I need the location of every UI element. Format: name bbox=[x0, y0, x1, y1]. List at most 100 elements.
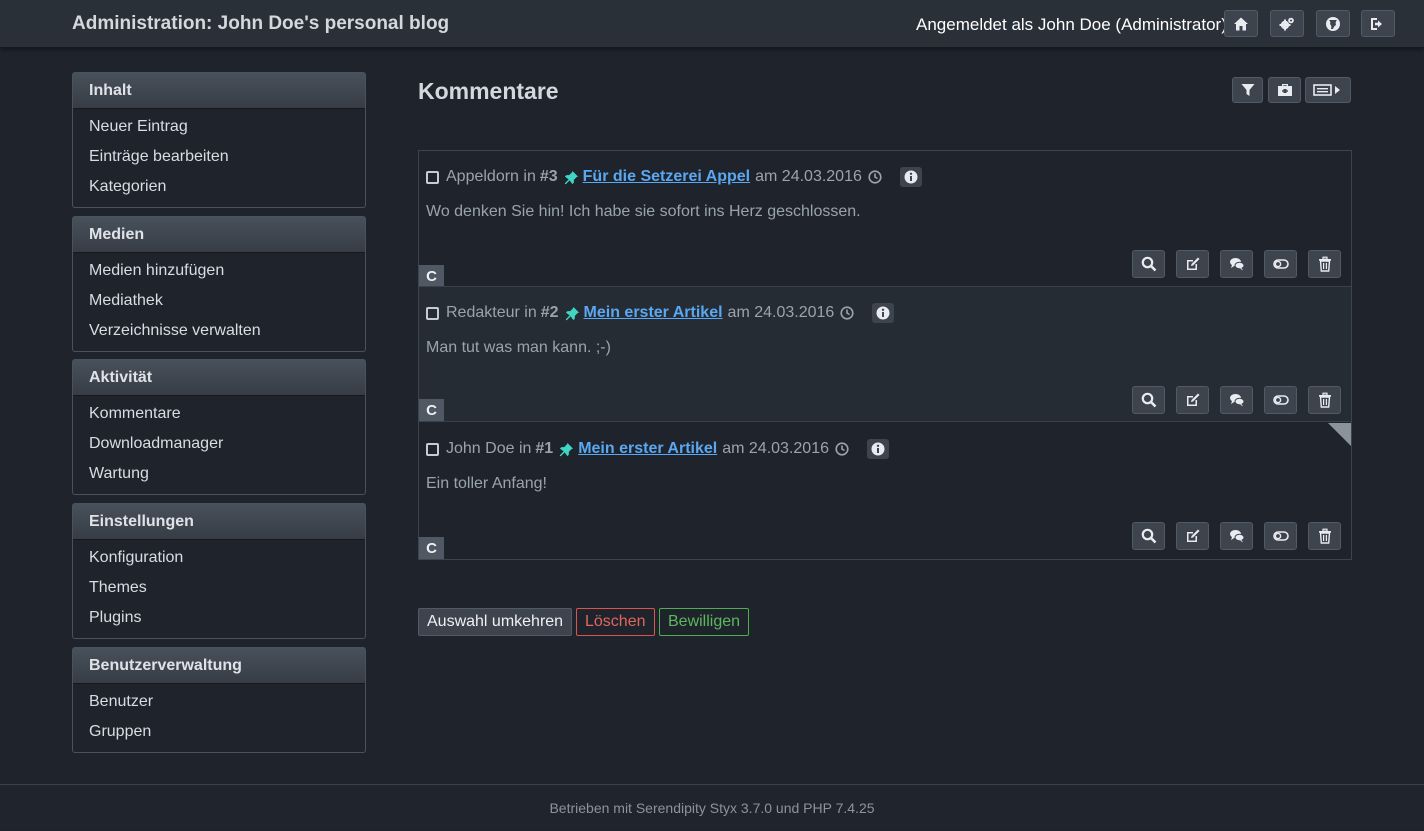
globe-icon bbox=[1326, 16, 1340, 31]
trash-icon bbox=[1318, 256, 1331, 272]
edit-button[interactable] bbox=[1176, 522, 1209, 550]
delete-button[interactable] bbox=[1308, 250, 1341, 278]
sidebar-item-konfiguration[interactable]: Konfiguration bbox=[73, 543, 365, 573]
comment-actions bbox=[1132, 250, 1341, 278]
pin-icon bbox=[564, 170, 578, 184]
filter-button[interactable] bbox=[1232, 77, 1263, 103]
view-button[interactable] bbox=[1132, 386, 1165, 414]
toggle-approval-button[interactable] bbox=[1264, 250, 1297, 278]
sidebar-item-benutzer[interactable]: Benutzer bbox=[73, 687, 365, 717]
comment-meta: Appeldorn in #3 Für die Setzerei Appel a… bbox=[426, 167, 922, 187]
comment-date: 24.03.2016 bbox=[748, 440, 829, 457]
sidebar-item-medien-hinzufuegen[interactable]: Medien hinzufügen bbox=[73, 256, 365, 286]
trash-icon bbox=[1318, 528, 1331, 544]
edit-icon bbox=[1186, 529, 1199, 542]
bulk-approve-button[interactable]: Bewilligen bbox=[659, 608, 750, 636]
comment-checkbox[interactable] bbox=[426, 442, 439, 456]
info-button[interactable] bbox=[899, 167, 922, 187]
delete-button[interactable] bbox=[1308, 386, 1341, 414]
logout-icon bbox=[1371, 17, 1382, 30]
sidebar-item-eintraege-bearbeiten[interactable]: Einträge bearbeiten bbox=[73, 142, 365, 172]
delete-button[interactable] bbox=[1308, 522, 1341, 550]
comment-actions bbox=[1132, 522, 1341, 550]
toolbox-button[interactable] bbox=[1268, 77, 1301, 103]
page-title: Kommentare bbox=[418, 78, 559, 104]
toggle-approval-button[interactable] bbox=[1264, 386, 1297, 414]
user-info: Angemeldet als John Doe (Administrator) bbox=[916, 15, 1227, 34]
sidebar-panel-medien: Medien Medien hinzufügen Mediathek Verze… bbox=[72, 216, 366, 352]
search-icon bbox=[1141, 256, 1156, 272]
comment-author: Redakteur bbox=[446, 304, 520, 321]
sidebar-item-themes[interactable]: Themes bbox=[73, 573, 365, 603]
panel-heading: Einstellungen bbox=[73, 504, 365, 540]
toggle-icon bbox=[1272, 531, 1289, 541]
panel-heading: Aktivität bbox=[73, 360, 365, 396]
comment-author: Appeldorn bbox=[446, 168, 519, 185]
comment-type-badge: C bbox=[419, 537, 444, 559]
sidebar-item-neuer-eintrag[interactable]: Neuer Eintrag bbox=[73, 112, 365, 142]
comment-body: Wo denken Sie hin! Ich habe sie sofort i… bbox=[426, 203, 861, 220]
edit-button[interactable] bbox=[1176, 386, 1209, 414]
sidebar-item-gruppen[interactable]: Gruppen bbox=[73, 717, 365, 747]
reply-button[interactable] bbox=[1220, 522, 1253, 550]
sidebar-item-verzeichnisse[interactable]: Verzeichnisse verwalten bbox=[73, 316, 365, 346]
view-site-button[interactable] bbox=[1316, 10, 1350, 37]
entry-link[interactable]: Mein erster Artikel bbox=[584, 304, 723, 322]
comment-body: Ein toller Anfang! bbox=[426, 475, 547, 492]
pin-icon bbox=[565, 306, 579, 320]
sidebar-panel-inhalt: Inhalt Neuer Eintrag Einträge bearbeiten… bbox=[72, 72, 366, 208]
reply-button[interactable] bbox=[1220, 250, 1253, 278]
entry-link[interactable]: Mein erster Artikel bbox=[578, 440, 717, 458]
clock-icon bbox=[868, 170, 882, 184]
sidebar-item-wartung[interactable]: Wartung bbox=[73, 459, 365, 489]
cogs-icon bbox=[1279, 17, 1294, 30]
home-button[interactable] bbox=[1224, 10, 1258, 37]
comment-in: in bbox=[518, 440, 532, 457]
entry-number: #3 bbox=[539, 168, 558, 185]
comment-am: am bbox=[727, 304, 750, 321]
info-button[interactable] bbox=[872, 303, 895, 323]
view-toggle-button[interactable] bbox=[1305, 77, 1351, 103]
edit-button[interactable] bbox=[1176, 250, 1209, 278]
sidebar-panel-einstellungen: Einstellungen Konfiguration Themes Plugi… bbox=[72, 503, 366, 639]
toggle-icon bbox=[1272, 259, 1289, 269]
info-button[interactable] bbox=[866, 439, 889, 459]
sidebar-item-downloadmanager[interactable]: Downloadmanager bbox=[73, 429, 365, 459]
info-icon bbox=[876, 306, 890, 320]
bulk-delete-button[interactable]: Löschen bbox=[576, 608, 655, 636]
toolbox-icon bbox=[1277, 84, 1292, 96]
clock-icon bbox=[835, 442, 849, 456]
toggle-icon bbox=[1272, 395, 1289, 405]
footer: Betrieben mit Serendipity Styx 3.7.0 und… bbox=[0, 784, 1424, 830]
comment-checkbox[interactable] bbox=[426, 306, 439, 320]
sidebar-item-kategorien[interactable]: Kategorien bbox=[73, 172, 365, 202]
edit-icon bbox=[1186, 393, 1199, 406]
comment-in: in bbox=[523, 168, 536, 185]
toggle-approval-button[interactable] bbox=[1264, 522, 1297, 550]
comment-body: Man tut was man kann. ;-) bbox=[426, 339, 611, 356]
clock-icon bbox=[840, 306, 854, 320]
comment-type-badge: C bbox=[419, 399, 444, 421]
entry-number: #2 bbox=[540, 304, 559, 321]
comment-am: am bbox=[755, 168, 778, 185]
sidebar-item-mediathek[interactable]: Mediathek bbox=[73, 286, 365, 316]
settings-button[interactable] bbox=[1270, 10, 1304, 37]
entry-link[interactable]: Für die Setzerei Appel bbox=[583, 168, 750, 186]
info-icon bbox=[904, 170, 918, 184]
logout-button[interactable] bbox=[1361, 10, 1395, 37]
sidebar-item-plugins[interactable]: Plugins bbox=[73, 603, 365, 633]
info-icon bbox=[871, 442, 885, 456]
search-icon bbox=[1141, 392, 1156, 408]
invert-selection-button[interactable]: Auswahl umkehren bbox=[418, 608, 573, 636]
corner-marker bbox=[1328, 423, 1351, 446]
footer-text: Betrieben mit Serendipity Styx 3.7.0 und… bbox=[549, 800, 875, 816]
sidebar-item-kommentare[interactable]: Kommentare bbox=[73, 399, 365, 429]
comment-checkbox[interactable] bbox=[426, 170, 439, 184]
reply-button[interactable] bbox=[1220, 386, 1253, 414]
view-button[interactable] bbox=[1132, 250, 1165, 278]
comment-item: John Doe in #1 Mein erster Artikel am 24… bbox=[419, 423, 1351, 559]
comment-author: John Doe bbox=[446, 440, 515, 457]
top-bar: Administration: John Doe's personal blog… bbox=[0, 0, 1424, 48]
view-button[interactable] bbox=[1132, 522, 1165, 550]
comment-meta: John Doe in #1 Mein erster Artikel am 24… bbox=[426, 439, 889, 459]
